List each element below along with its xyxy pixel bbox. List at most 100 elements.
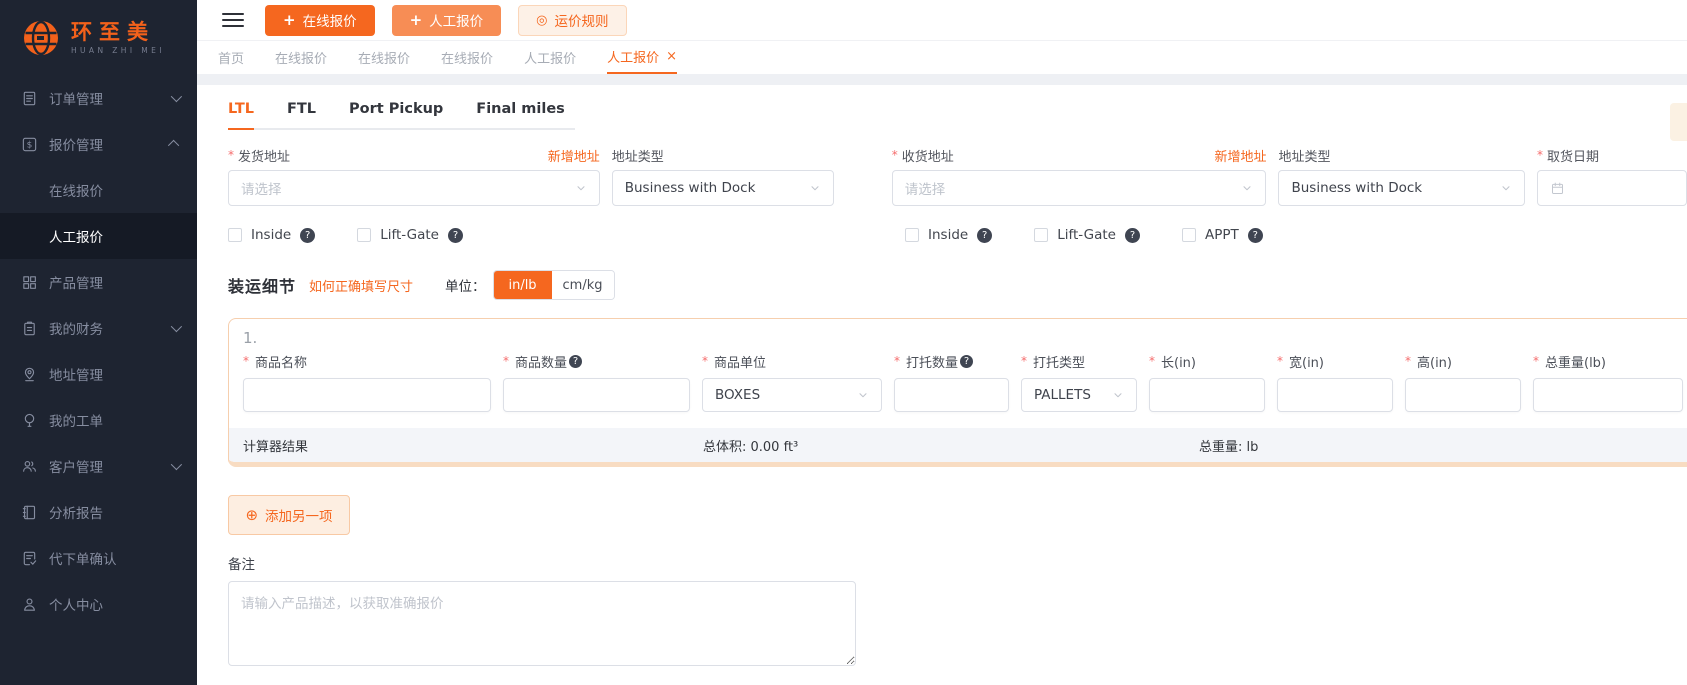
pickup-date-input[interactable] (1537, 170, 1687, 206)
product-name-input[interactable] (243, 378, 491, 412)
unit-label: 单位： (445, 275, 486, 295)
remark-textarea[interactable] (228, 581, 856, 666)
product-unit-label: 商品单位 (714, 352, 766, 371)
help-icon[interactable]: ? (569, 355, 582, 368)
close-icon[interactable]: × (666, 50, 677, 63)
sidebar-item-orders[interactable]: 订单管理 (0, 75, 197, 121)
pickup-address-type-select[interactable]: Business with Dock (612, 170, 834, 206)
pallet-qty-input[interactable] (894, 378, 1009, 412)
tab-port-pickup[interactable]: Port Pickup (349, 101, 443, 128)
pickup-address-select[interactable]: 请选择 (228, 170, 600, 206)
sidebar-item-finance[interactable]: 我的财务 (0, 305, 197, 351)
cargo-item-card: 1. *商品名称 *商品数量? *商品单位 (228, 318, 1687, 467)
required-mark: * (1021, 354, 1027, 368)
dimension-help-link[interactable]: 如何正确填写尺寸 (309, 276, 413, 295)
help-icon[interactable]: ? (300, 228, 315, 243)
sidebar-subitem-label: 人工报价 (49, 226, 103, 246)
sidebar-item-products[interactable]: 产品管理 (0, 259, 197, 305)
delivery-address-label: 收货地址 (902, 146, 954, 165)
delivery-liftgate-checkbox[interactable]: Lift-Gate ? (1034, 227, 1140, 243)
pallet-qty-label: 打托数量 (906, 352, 958, 371)
rate-rules-button[interactable]: ◎ 运价规则 (518, 5, 626, 36)
address-icon (21, 366, 38, 383)
delivery-type-label: 地址类型 (1278, 146, 1330, 165)
pickup-add-address-link[interactable]: 新增地址 (548, 146, 600, 165)
sidebar-item-tickets[interactable]: 我的工单 (0, 397, 197, 443)
tab-home[interactable]: 首页 (218, 41, 244, 74)
manual-quote-button[interactable]: + 人工报价 (392, 5, 502, 36)
help-icon[interactable]: ? (1248, 228, 1263, 243)
add-another-item-button[interactable]: ⊕ 添加另一项 (228, 495, 350, 535)
tab-online-quote-3[interactable]: 在线报价 (441, 41, 493, 74)
tab-manual-quote-active[interactable]: 人工报价 × (607, 41, 677, 74)
pickup-liftgate-checkbox[interactable]: Lift-Gate ? (357, 227, 463, 243)
sidebar-item-label: 报价管理 (49, 134, 103, 154)
sidebar-item-profile[interactable]: 个人中心 (0, 581, 197, 627)
height-input[interactable] (1405, 378, 1521, 412)
pickup-type-label: 地址类型 (612, 146, 664, 165)
product-unit-select[interactable]: BOXES (702, 378, 882, 412)
delivery-add-address-link[interactable]: 新增地址 (1214, 146, 1266, 165)
tab-online-quote-2[interactable]: 在线报价 (358, 41, 410, 74)
tab-ftl[interactable]: FTL (287, 101, 316, 128)
delivery-type-value: Business with Dock (1291, 180, 1422, 196)
online-quote-button[interactable]: + 在线报价 (265, 5, 375, 36)
delivery-inside-checkbox[interactable]: Inside ? (905, 227, 992, 243)
unit-cmkg-button[interactable]: cm/kg (552, 271, 614, 299)
chevron-down-icon (1112, 389, 1124, 401)
required-mark: * (1405, 354, 1411, 368)
tab-online-quote-1[interactable]: 在线报价 (275, 41, 327, 74)
manual-quote-form: LTL FTL Port Pickup Final miles * 发货地址 新… (197, 85, 1687, 685)
quote-icon: $ (21, 136, 38, 153)
width-label: 宽(in) (1289, 352, 1324, 371)
unit-inlb-button[interactable]: in/lb (494, 271, 552, 299)
sidebar-item-label: 分析报告 (49, 502, 103, 522)
delivery-appt-checkbox[interactable]: APPT ? (1182, 227, 1263, 243)
tab-ltl[interactable]: LTL (228, 101, 254, 128)
checkbox-icon[interactable] (905, 228, 919, 242)
pickup-inside-checkbox[interactable]: Inside ? (228, 227, 315, 243)
sidebar-item-addresses[interactable]: 地址管理 (0, 351, 197, 397)
sidebar-item-order-confirm[interactable]: 代下单确认 (0, 535, 197, 581)
sidebar-item-label: 订单管理 (49, 88, 103, 108)
pickup-type-value: Business with Dock (625, 180, 756, 196)
product-qty-input[interactable] (503, 378, 690, 412)
delivery-address-select[interactable]: 请选择 (892, 170, 1267, 206)
tab-final-miles[interactable]: Final miles (476, 101, 565, 128)
help-icon[interactable]: ? (977, 228, 992, 243)
sidebar-item-quotes[interactable]: $ 报价管理 (0, 121, 197, 167)
checkbox-icon[interactable] (357, 228, 371, 242)
sidebar-item-customers[interactable]: 客户管理 (0, 443, 197, 489)
manual-quote-button-label: 人工报价 (429, 10, 483, 30)
total-weight-input[interactable] (1533, 378, 1683, 412)
width-input[interactable] (1277, 378, 1393, 412)
accessorials-row: Inside ? Lift-Gate ? Inside ? (228, 227, 1687, 243)
plus-icon: + (283, 13, 296, 28)
floating-side-widget[interactable] (1670, 103, 1687, 141)
calculator-result-label: 计算器结果 (243, 436, 703, 455)
checkbox-icon[interactable] (228, 228, 242, 242)
calendar-icon (1550, 181, 1565, 196)
help-icon[interactable]: ? (1125, 228, 1140, 243)
sidebar-item-label: 地址管理 (49, 364, 103, 384)
checkbox-icon[interactable] (1034, 228, 1048, 242)
sidebar-item-reports[interactable]: 分析报告 (0, 489, 197, 535)
chevron-up-icon (168, 140, 179, 151)
tab-manual-quote-1[interactable]: 人工报价 (524, 41, 576, 74)
tab-label: 人工报价 (607, 47, 659, 66)
help-icon[interactable]: ? (960, 355, 973, 368)
pallet-type-select[interactable]: PALLETS (1021, 378, 1137, 412)
required-mark: * (503, 354, 509, 368)
hamburger-menu-icon[interactable] (222, 13, 244, 27)
sidebar-item-manual-quote[interactable]: 人工报价 (0, 213, 197, 259)
chevron-down-icon (171, 459, 182, 470)
help-icon[interactable]: ? (448, 228, 463, 243)
required-mark: * (243, 354, 249, 368)
sidebar-item-online-quote[interactable]: 在线报价 (0, 167, 197, 213)
length-input[interactable] (1149, 378, 1265, 412)
required-mark: * (892, 148, 898, 162)
sidebar-subitem-label: 在线报价 (49, 180, 103, 200)
checkbox-icon[interactable] (1182, 228, 1196, 242)
address-row: * 发货地址 新增地址 请选择 地址类型 Business with Dock (228, 145, 1687, 206)
delivery-address-type-select[interactable]: Business with Dock (1278, 170, 1525, 206)
